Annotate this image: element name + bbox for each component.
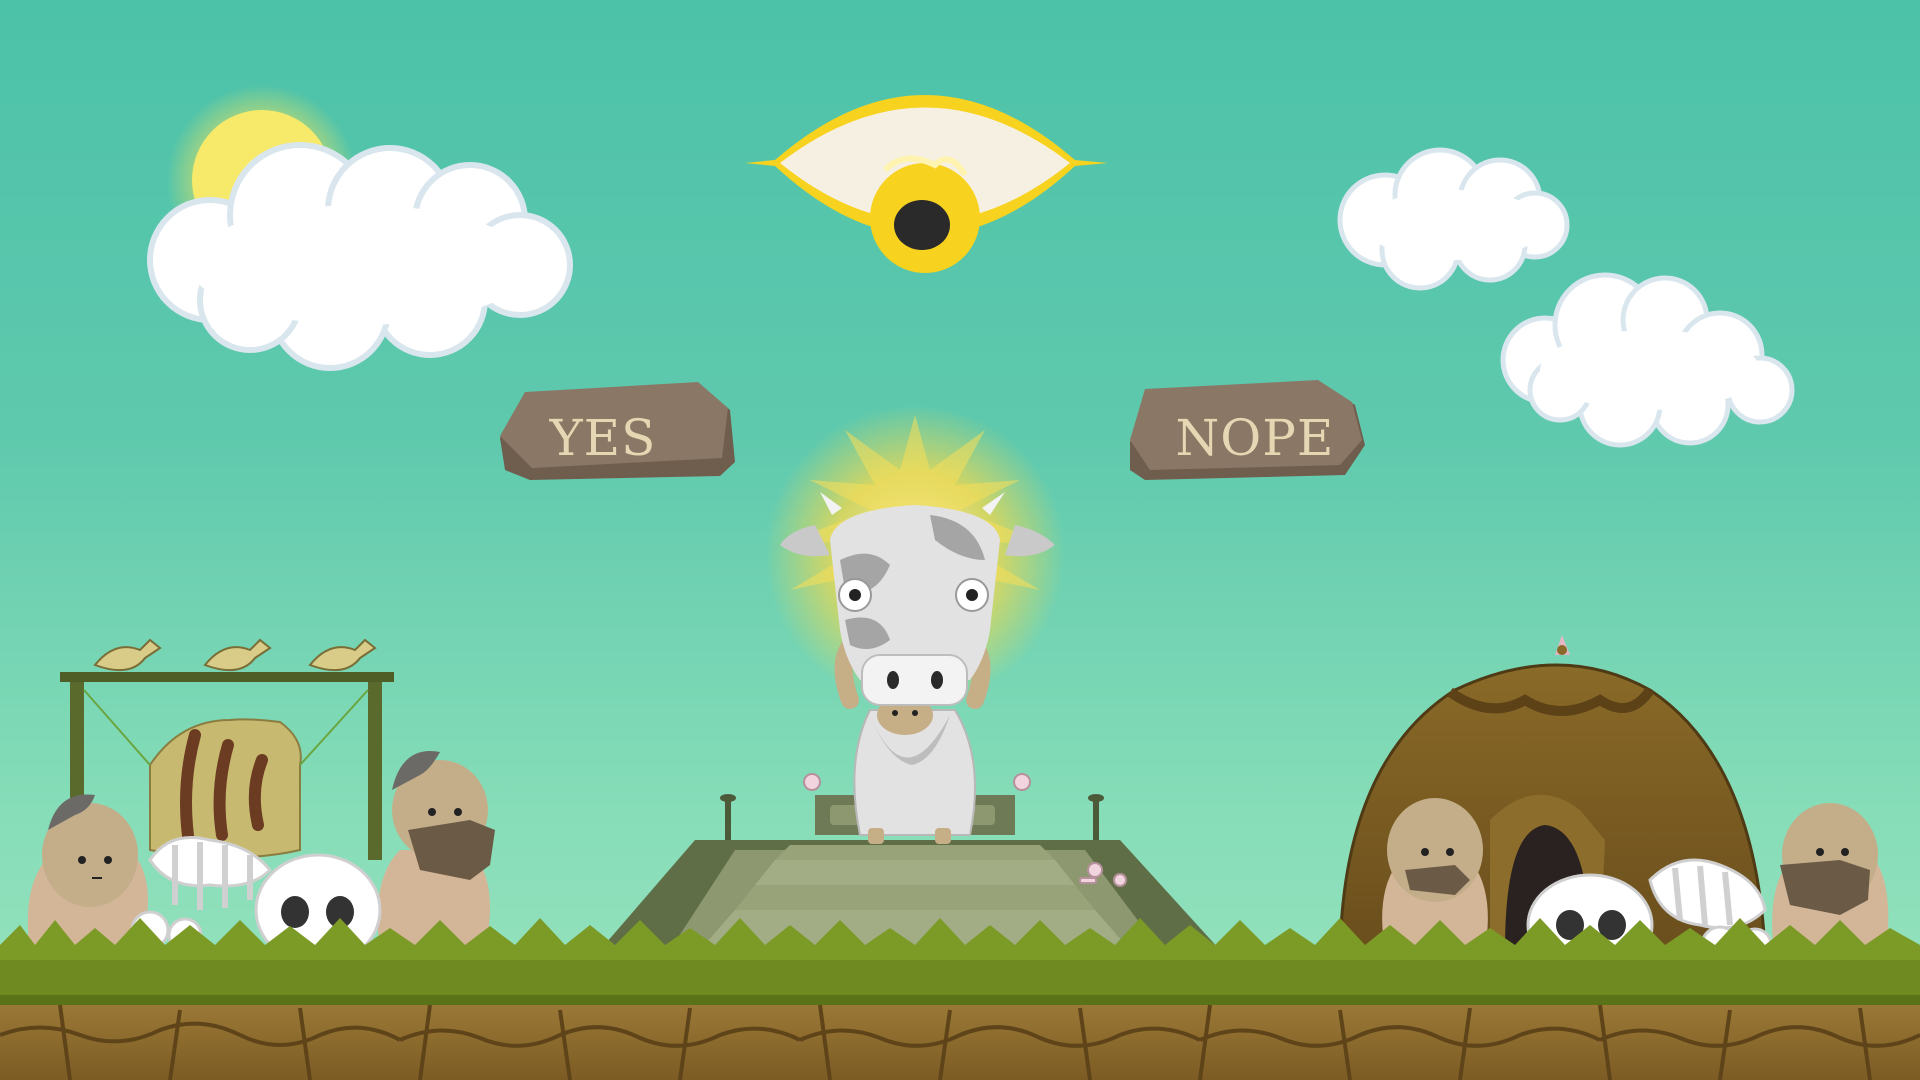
nope-label: NOPE (1176, 409, 1335, 467)
caveman-icon (377, 751, 495, 950)
cloud-icon (1500, 272, 1795, 448)
caveman-icon (27, 794, 148, 950)
bird-icon (93, 638, 377, 672)
nope-button[interactable]: NOPE (1130, 380, 1365, 480)
soil-layer (0, 1004, 1920, 1080)
yes-label: YES (549, 409, 657, 467)
scene-canvas: YES NOPE (0, 85, 1920, 1080)
game-scene: YES NOPE (0, 0, 1920, 1080)
cloud-icon (1337, 147, 1570, 291)
yes-button[interactable]: YES (500, 382, 735, 480)
all-seeing-eye-icon (745, 95, 1108, 273)
